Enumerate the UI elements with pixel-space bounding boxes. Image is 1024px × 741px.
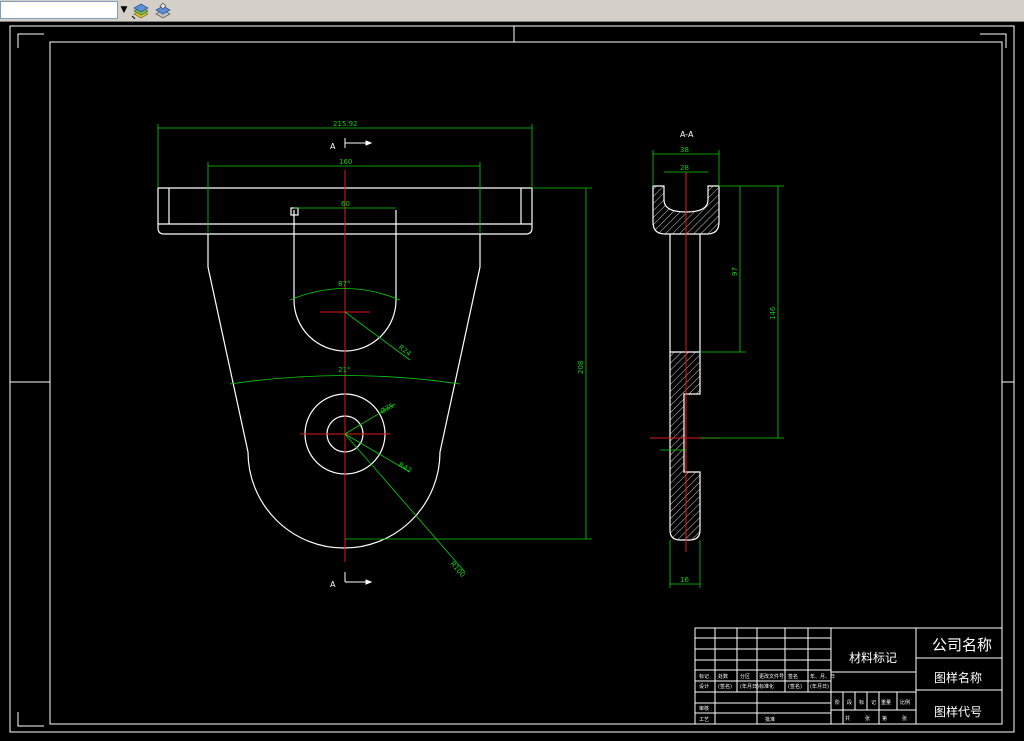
drawing-name: 图样名称 <box>934 670 982 685</box>
dim-hole-inner: Ø35 <box>379 402 395 416</box>
company-name: 公司名称 <box>932 636 992 654</box>
stage-label-1: 阶 <box>835 699 840 706</box>
approve-label: 批准 <box>765 716 775 723</box>
drawing-code: 图样代号 <box>934 704 982 719</box>
stage-label-6: 比例 <box>900 699 910 706</box>
dim-arc-lower: 21° <box>338 366 350 374</box>
drawing-frame <box>9 25 1015 733</box>
side-section-view: 38 28 97 146 16 A-A <box>650 130 784 588</box>
row-label-5: 签名 <box>788 673 798 680</box>
stage-label-2: 段 <box>847 699 852 706</box>
dim-overall-width: 215.92 <box>333 120 358 128</box>
stage-label-3: 标 <box>859 699 864 706</box>
row2-label-2: (签名) <box>718 683 732 690</box>
stage-label-5: 重量 <box>881 699 891 706</box>
row2-label-5: (签名) <box>788 683 802 690</box>
dim-top-inner: 28 <box>680 164 689 172</box>
dim-inner-width: 160 <box>339 158 352 166</box>
section-label-top: A <box>330 142 336 151</box>
sheet-label-2: 张 <box>865 715 870 722</box>
layer-manager-icon[interactable] <box>131 1 151 20</box>
sheet-label-4: 张 <box>902 715 907 722</box>
row-label-4: 更改文件号 <box>759 673 784 680</box>
section-label-bottom: A <box>330 580 336 589</box>
row-label-6: 年、月、日 <box>810 673 835 680</box>
layer-state-icon[interactable] <box>153 1 173 20</box>
row2-label-3: (年月日) <box>740 683 759 690</box>
sheet-label-1: 共 <box>845 715 850 722</box>
stage-label-4: 记 <box>871 699 876 706</box>
row2-label-6: (年月日) <box>810 683 829 690</box>
title-block: 公司名称 材料标记 图样名称 图样代号 标记 处数 分区 更改文件号 签名 年、… <box>694 627 1003 725</box>
dim-bottom-thickness: 16 <box>680 576 689 584</box>
dim-top-outer: 38 <box>680 146 689 154</box>
toolbar: ▼ <box>0 0 1024 22</box>
review-label: 审核 <box>699 705 709 712</box>
dim-total-height: 208 <box>577 361 585 374</box>
row-label-1: 标记 <box>699 673 709 680</box>
dim-height-total: 146 <box>769 306 777 320</box>
layer-combo-box[interactable] <box>0 1 118 19</box>
process-label: 工艺 <box>699 717 709 723</box>
row2-label-4: 标准化 <box>759 683 774 690</box>
dim-height-upper: 97 <box>731 267 739 276</box>
dim-slot-width: 60 <box>341 200 350 208</box>
row-label-2: 处数 <box>718 673 728 680</box>
dim-arc-upper: 87° <box>338 280 350 288</box>
sheet-label-3: 第 <box>882 715 887 722</box>
dim-bottom-radius: R100 <box>448 560 466 579</box>
drawing-canvas[interactable]: 215.92 160 60 87° 21° R24 Ø35 R42 R100 2… <box>0 22 1024 737</box>
section-title: A-A <box>680 130 694 139</box>
row-label-3: 分区 <box>740 673 750 680</box>
dim-hole-outer: R42 <box>397 461 413 475</box>
front-view: 215.92 160 60 87° 21° R24 Ø35 R42 R100 2… <box>157 120 592 589</box>
row2-label-1: 设计 <box>699 683 709 690</box>
chevron-down-icon[interactable]: ▼ <box>118 1 130 19</box>
material-mark: 材料标记 <box>849 651 897 665</box>
